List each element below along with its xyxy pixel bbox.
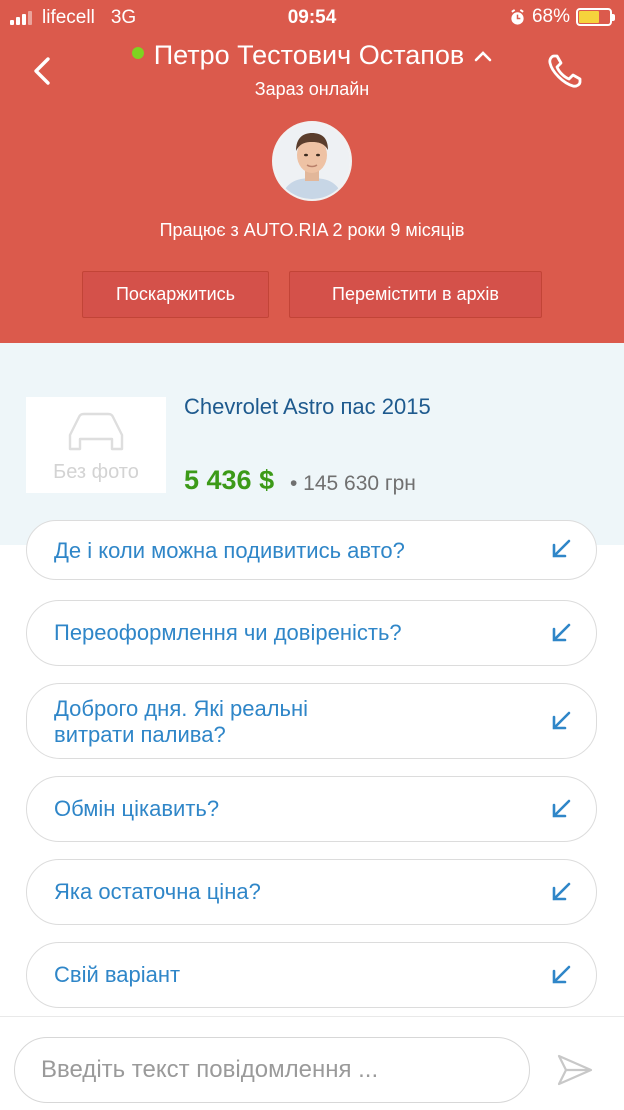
status-bar: lifecell 3G 09:54 68%	[0, 0, 624, 36]
listing-photo-placeholder: Без фото	[26, 397, 166, 493]
quick-reply-fuel[interactable]: Доброго дня. Які реальні витрати палива?	[26, 683, 597, 759]
online-status: Зараз онлайн	[254, 79, 370, 99]
archive-button[interactable]: Перемістити в архів	[289, 271, 542, 318]
composer-divider	[0, 1016, 624, 1017]
arrow-down-left-icon	[552, 711, 571, 730]
price-usd: 5 436 $	[184, 465, 275, 495]
quick-reply-label: Де і коли можна подивитись авто?	[54, 538, 405, 563]
listing-title[interactable]: Chevrolet Astro пас 2015	[184, 394, 431, 420]
car-placeholder-icon	[68, 412, 124, 451]
chat-header: lifecell 3G 09:54 68% Петро Тестович Ост…	[0, 0, 624, 343]
send-icon[interactable]	[556, 1051, 594, 1089]
contact-name: Петро Тестович Остапов	[153, 40, 465, 70]
phone-icon[interactable]	[544, 50, 586, 92]
quick-reply-exchange[interactable]: Обмін цікавить?	[26, 776, 597, 842]
arrow-down-left-icon	[552, 882, 571, 901]
quick-reply-final-price[interactable]: Яка остаточна ціна?	[26, 859, 597, 925]
contact-name-row[interactable]: Петро Тестович Остапов	[0, 40, 624, 71]
message-input[interactable]	[14, 1037, 530, 1103]
online-indicator	[131, 47, 144, 59]
listing-card[interactable]: Без фото Chevrolet Astro пас 2015 5 436 …	[0, 343, 624, 545]
battery-icon	[576, 8, 615, 26]
quick-reply-own-option[interactable]: Свій варіант	[26, 942, 597, 1008]
quick-reply-label: Доброго дня. Які реальні витрати палива?	[54, 696, 309, 747]
quick-reply-reregistration[interactable]: Переоформлення чи довіреність?	[26, 600, 597, 666]
quick-reply-label: Яка остаточна ціна?	[54, 879, 261, 904]
quick-reply-viewing[interactable]: Де і коли можна подивитись авто?	[26, 520, 597, 580]
arrow-down-left-icon	[552, 623, 571, 642]
no-photo-label: Без фото	[53, 461, 139, 483]
avatar[interactable]	[272, 121, 352, 201]
complain-button[interactable]: Поскаржитись	[82, 271, 269, 318]
arrow-down-left-icon	[552, 799, 571, 818]
arrow-down-left-icon	[552, 965, 571, 984]
battery-percent: 68%	[531, 6, 570, 27]
tenure-text: Працює з AUTO.RIA 2 роки 9 місяців	[159, 220, 465, 240]
alarm-icon	[511, 8, 524, 25]
arrow-down-left-icon	[552, 539, 571, 558]
quick-reply-label: Свій варіант	[54, 962, 181, 987]
price-uah: • 145 630 грн	[290, 472, 416, 495]
chevron-up-icon	[474, 51, 492, 62]
quick-reply-label: Переоформлення чи довіреність?	[54, 620, 402, 645]
avatar-photo	[274, 123, 350, 199]
quick-reply-label: Обмін цікавить?	[54, 796, 220, 821]
